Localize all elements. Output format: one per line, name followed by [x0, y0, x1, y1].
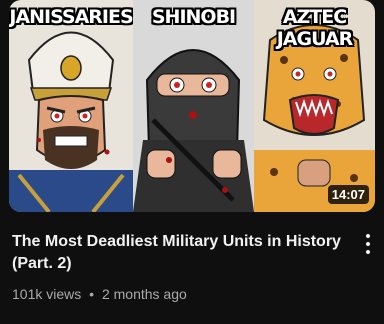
duration-badge: 14:07	[327, 185, 369, 204]
more-options-button[interactable]	[358, 232, 378, 256]
meta-separator: •	[89, 286, 95, 302]
thumbnail-label-shinobi: SHINOBI	[151, 6, 236, 28]
thumbnail-label-aztec-jaguar: AZTEC JAGUAR	[276, 6, 354, 50]
video-title[interactable]: The Most Deadliest Military Units in His…	[12, 231, 342, 275]
thumbnail-panel-aztec-jaguar: AZTEC JAGUAR 14:07	[254, 0, 375, 212]
video-thumbnail[interactable]: JANISSARIES SHINOBI AZTEC JAGUAR 14:07	[9, 0, 375, 212]
upload-age: 2 months ago	[101, 286, 187, 302]
vertical-ellipsis-icon	[366, 234, 370, 238]
thumbnail-panel-janissaries: JANISSARIES	[9, 0, 133, 212]
video-metadata: 101k views • 2 months ago	[12, 286, 187, 302]
view-count: 101k views	[12, 286, 82, 302]
shinobi-illustration	[133, 0, 254, 212]
thumbnail-panel-shinobi: SHINOBI	[133, 0, 254, 212]
janissary-illustration	[9, 0, 133, 212]
thumbnail-label-janissaries: JANISSARIES	[9, 6, 133, 28]
